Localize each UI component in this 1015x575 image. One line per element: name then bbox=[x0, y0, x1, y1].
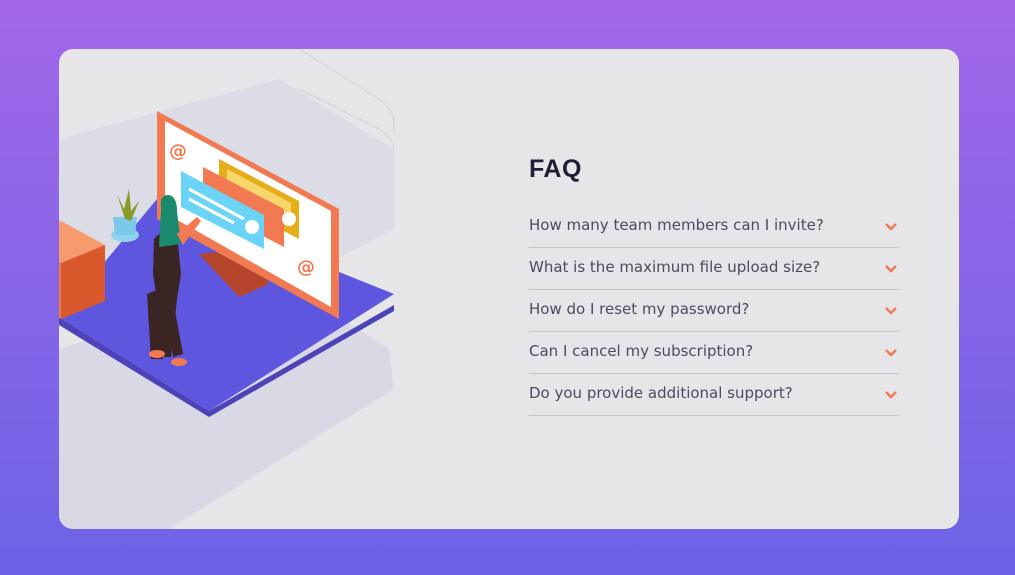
faq-item[interactable]: Can I cancel my subscription? bbox=[529, 332, 899, 374]
faq-question[interactable]: What is the maximum file upload size? bbox=[529, 258, 820, 276]
page-title: FAQ bbox=[529, 155, 582, 183]
faq-item[interactable]: What is the maximum file upload size? bbox=[529, 248, 899, 290]
chevron-down-icon[interactable] bbox=[885, 222, 897, 232]
chevron-down-icon[interactable] bbox=[885, 348, 897, 358]
faq-item[interactable]: How many team members can I invite? bbox=[529, 206, 899, 248]
faq-section: FAQ How many team members can I invite? … bbox=[529, 155, 899, 416]
faq-item[interactable]: Do you provide additional support? bbox=[529, 374, 899, 416]
faq-question[interactable]: Can I cancel my subscription? bbox=[529, 342, 753, 360]
faq-question[interactable]: How many team members can I invite? bbox=[529, 216, 824, 234]
at-sign-icon-2: @ bbox=[297, 257, 315, 278]
at-sign-icon: @ bbox=[169, 141, 187, 162]
chevron-down-icon[interactable] bbox=[885, 306, 897, 316]
faq-question[interactable]: Do you provide additional support? bbox=[529, 384, 793, 402]
chevron-down-icon[interactable] bbox=[885, 264, 897, 274]
faq-item[interactable]: How do I reset my password? bbox=[529, 290, 899, 332]
faq-question[interactable]: How do I reset my password? bbox=[529, 300, 749, 318]
faq-card: @ @ @ FAQ How many te bbox=[59, 49, 959, 529]
chevron-down-icon[interactable] bbox=[885, 390, 897, 400]
